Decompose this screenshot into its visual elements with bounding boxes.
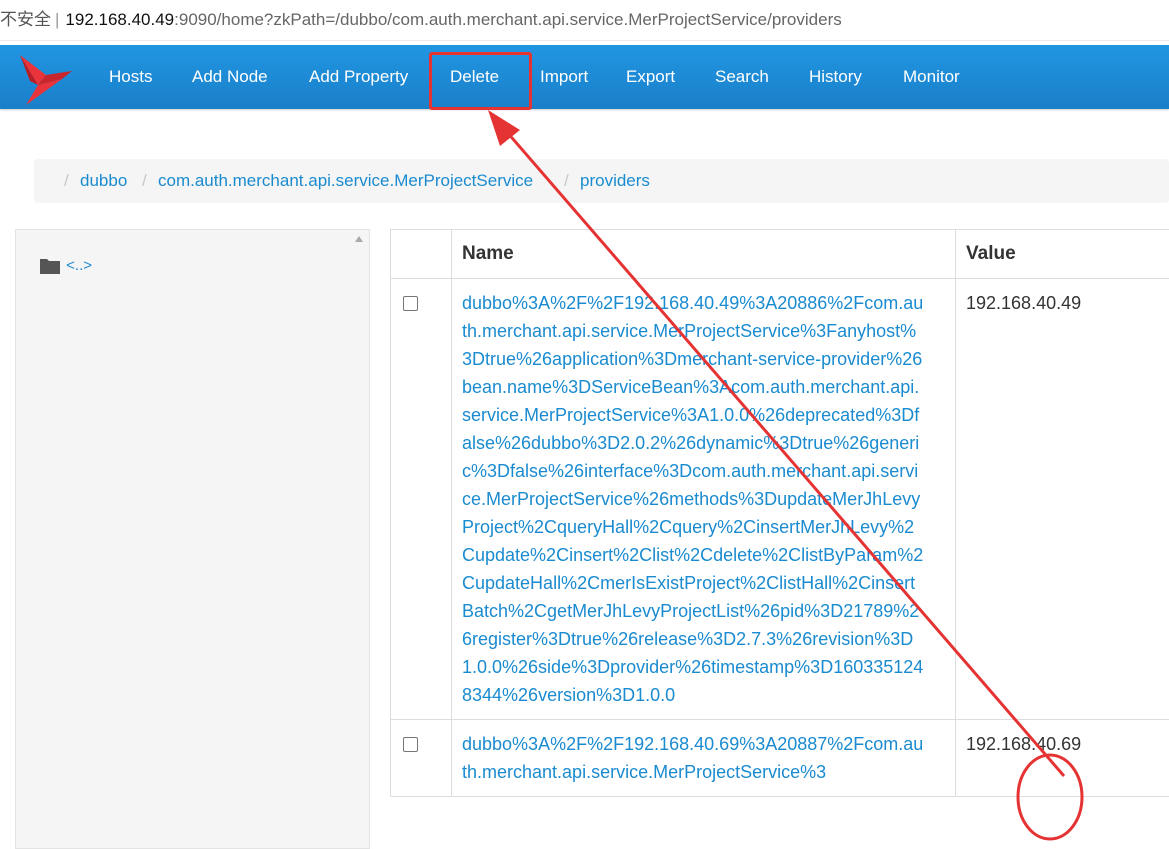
name-column-header: Name	[452, 230, 956, 279]
top-navbar: Hosts Add Node Add Property Delete Impor…	[0, 45, 1169, 109]
providers-table: Name Value dubbo%3A%2F%2F192.168.40.49%3…	[390, 229, 1169, 797]
breadcrumb-separator: /	[564, 159, 569, 203]
table-row: dubbo%3A%2F%2F192.168.40.49%3A20886%2Fco…	[391, 279, 1169, 720]
table-header-row: Name Value	[391, 230, 1169, 279]
row-name-cell: dubbo%3A%2F%2F192.168.40.69%3A20887%2Fco…	[452, 720, 956, 797]
row-name-cell: dubbo%3A%2F%2F192.168.40.49%3A20886%2Fco…	[452, 279, 956, 720]
scroll-up-arrow-icon[interactable]	[355, 236, 363, 242]
address-path: :9090/home?zkPath=/dubbo/com.auth.mercha…	[174, 10, 842, 29]
breadcrumb: / dubbo / com.auth.merchant.api.service.…	[34, 159, 1169, 203]
node-tree-panel: <..>	[15, 229, 370, 849]
row-checkbox[interactable]	[403, 296, 418, 311]
address-separator: |	[51, 10, 65, 29]
breadcrumb-separator: /	[142, 159, 147, 203]
address-bar[interactable]: 不安全|192.168.40.49:9090/home?zkPath=/dubb…	[0, 0, 1169, 41]
provider-value: 192.168.40.49	[966, 293, 1081, 313]
row-value-cell: 192.168.40.49	[956, 279, 1169, 720]
bird-logo-icon[interactable]	[16, 47, 76, 107]
checkbox-column-header	[391, 230, 452, 279]
value-column-header: Value	[956, 230, 1169, 279]
nav-add-property[interactable]: Add Property	[309, 45, 408, 109]
provider-name-link[interactable]: dubbo%3A%2F%2F192.168.40.69%3A20887%2Fco…	[462, 730, 925, 786]
nav-import[interactable]: Import	[540, 45, 588, 109]
address-host: 192.168.40.49	[65, 10, 174, 29]
provider-name-link[interactable]: dubbo%3A%2F%2F192.168.40.49%3A20886%2Fco…	[462, 289, 925, 709]
table-row: dubbo%3A%2F%2F192.168.40.69%3A20887%2Fco…	[391, 720, 1169, 797]
nav-search[interactable]: Search	[715, 45, 769, 109]
nav-add-node[interactable]: Add Node	[192, 45, 268, 109]
annotation-arrowhead-icon	[488, 110, 520, 146]
breadcrumb-service[interactable]: com.auth.merchant.api.service.MerProject…	[158, 159, 533, 203]
tree-parent-item[interactable]: <..>	[40, 256, 92, 274]
breadcrumb-providers[interactable]: providers	[580, 159, 650, 203]
provider-value: 192.168.40.69	[966, 734, 1081, 754]
row-checkbox[interactable]	[403, 737, 418, 752]
row-checkbox-cell	[391, 279, 452, 720]
nav-monitor[interactable]: Monitor	[903, 45, 960, 109]
nav-export[interactable]: Export	[626, 45, 675, 109]
nav-hosts[interactable]: Hosts	[109, 45, 152, 109]
row-checkbox-cell	[391, 720, 452, 797]
breadcrumb-separator: /	[64, 159, 69, 203]
delete-highlight-box	[429, 52, 532, 110]
breadcrumb-dubbo[interactable]: dubbo	[80, 159, 127, 203]
security-label[interactable]: 不安全	[0, 10, 51, 29]
nav-history[interactable]: History	[809, 45, 862, 109]
folder-icon	[40, 257, 60, 274]
row-value-cell: 192.168.40.69	[956, 720, 1169, 797]
parent-folder-link[interactable]: <..>	[66, 257, 92, 274]
